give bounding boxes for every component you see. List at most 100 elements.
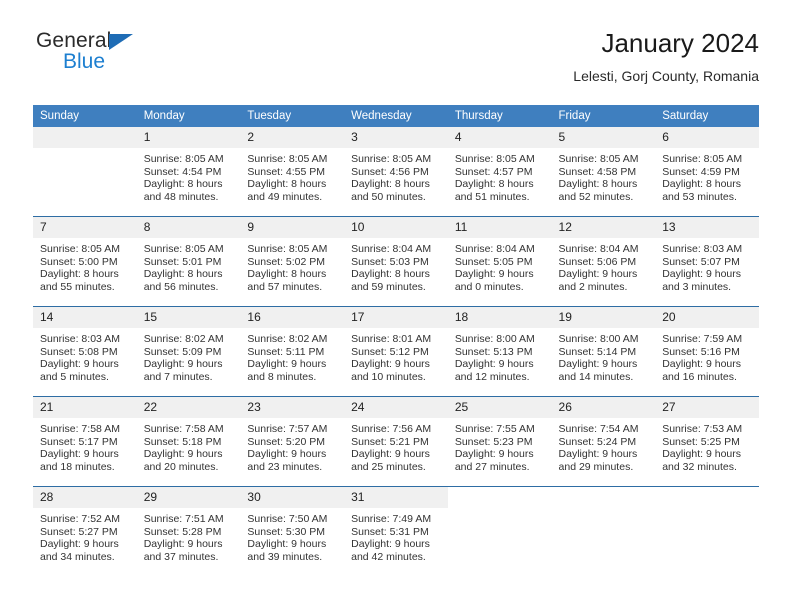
sunset-text: Sunset: 5:24 PM [558, 435, 637, 448]
day-cell-inner[interactable]: 18 Sunrise: 8:00 AM Sunset: 5:13 PM Dayl… [447, 307, 552, 396]
day-cell-inner[interactable]: 23 Sunrise: 7:57 AM Sunset: 5:20 PM Dayl… [240, 397, 345, 486]
sunset-text: Sunset: 5:28 PM [143, 525, 222, 538]
day-cell-inner[interactable]: 22 Sunrise: 7:58 AM Sunset: 5:18 PM Dayl… [136, 397, 241, 486]
daylight-text-line1: Daylight: 9 hours [351, 538, 430, 551]
sunset-text: Sunset: 5:03 PM [351, 255, 429, 268]
daylight-text-line1: Daylight: 9 hours [558, 448, 638, 461]
day-cell-inner[interactable]: 6 Sunrise: 8:05 AM Sunset: 4:59 PM Dayli… [655, 127, 759, 216]
sunrise-text: Sunrise: 7:54 AM [558, 423, 639, 435]
day-cell-inner[interactable]: 15 Sunrise: 8:02 AM Sunset: 5:09 PM Dayl… [136, 307, 241, 396]
sunrise-text: Sunrise: 8:03 AM [40, 333, 120, 345]
daylight-text-line2: and 56 minutes. [143, 280, 219, 293]
daylight-text-line1: Daylight: 8 hours [143, 178, 223, 191]
day-cell-inner[interactable]: 12 Sunrise: 8:04 AM Sunset: 5:06 PM Dayl… [551, 217, 656, 306]
day-number: 14 [33, 307, 137, 328]
sunrise-text: Sunrise: 8:05 AM [454, 153, 535, 165]
day-cell-inner[interactable]: 19 Sunrise: 8:00 AM Sunset: 5:14 PM Dayl… [551, 307, 656, 396]
day-cell-inner[interactable]: 7 Sunrise: 8:05 AM Sunset: 5:00 PM Dayli… [33, 217, 137, 306]
daylight-text-line2: and 55 minutes. [40, 280, 115, 293]
day-info: Sunrise: 7:58 AM Sunset: 5:17 PM Dayligh… [33, 418, 137, 473]
sunrise-text: Sunrise: 7:57 AM [247, 423, 328, 435]
day-info: Sunrise: 8:05 AM Sunset: 4:54 PM Dayligh… [137, 148, 241, 203]
daylight-text-line2: and 2 minutes. [558, 280, 628, 293]
day-cell-inner[interactable]: 14 Sunrise: 8:03 AM Sunset: 5:08 PM Dayl… [33, 307, 137, 396]
day-cell-inner[interactable]: 1 Sunrise: 8:05 AM Sunset: 4:54 PM Dayli… [136, 127, 241, 216]
sunset-text: Sunset: 5:13 PM [454, 345, 533, 358]
day-cell-inner[interactable]: 4 Sunrise: 8:05 AM Sunset: 4:57 PM Dayli… [447, 127, 552, 216]
day-cell-inner[interactable]: 2 Sunrise: 8:05 AM Sunset: 4:55 PM Dayli… [240, 127, 345, 216]
sunset-text: Sunset: 5:31 PM [351, 525, 429, 538]
day-number: 26 [551, 397, 656, 418]
day-cell-inner[interactable]: 9 Sunrise: 8:05 AM Sunset: 5:02 PM Dayli… [240, 217, 345, 306]
daylight-text-line2: and 25 minutes. [351, 460, 426, 473]
day-number: 5 [551, 127, 656, 148]
day-info: Sunrise: 7:51 AM Sunset: 5:28 PM Dayligh… [137, 508, 241, 563]
daylight-text-line2: and 42 minutes. [351, 550, 426, 563]
day-cell-inner[interactable]: 31 Sunrise: 7:49 AM Sunset: 5:31 PM Dayl… [344, 487, 448, 576]
sunset-text: Sunset: 5:01 PM [143, 255, 222, 268]
day-cell-inner[interactable]: 24 Sunrise: 7:56 AM Sunset: 5:21 PM Dayl… [344, 397, 448, 486]
day-info: Sunrise: 7:58 AM Sunset: 5:18 PM Dayligh… [137, 418, 241, 473]
day-cell-inner[interactable]: 27 Sunrise: 7:53 AM Sunset: 5:25 PM Dayl… [655, 397, 759, 486]
day-cell-inner[interactable]: 17 Sunrise: 8:01 AM Sunset: 5:12 PM Dayl… [344, 307, 448, 396]
day-cell: 28 Sunrise: 7:52 AM Sunset: 5:27 PM Dayl… [33, 486, 137, 576]
day-cell-inner[interactable]: 5 Sunrise: 8:05 AM Sunset: 4:58 PM Dayli… [551, 127, 656, 216]
day-number: 3 [344, 127, 448, 148]
sunrise-text: Sunrise: 8:04 AM [351, 243, 432, 255]
day-info: Sunrise: 8:05 AM Sunset: 5:02 PM Dayligh… [240, 238, 344, 293]
day-cell: 1 Sunrise: 8:05 AM Sunset: 4:54 PM Dayli… [136, 127, 241, 217]
day-cell-inner[interactable]: 20 Sunrise: 7:59 AM Sunset: 5:16 PM Dayl… [655, 307, 759, 396]
daylight-text-line1: Daylight: 9 hours [247, 448, 327, 461]
sunrise-text: Sunrise: 7:51 AM [143, 513, 224, 525]
day-number: 16 [240, 307, 345, 328]
day-info: Sunrise: 7:54 AM Sunset: 5:24 PM Dayligh… [552, 418, 656, 473]
day-number: 25 [447, 397, 552, 418]
day-cell-inner[interactable]: 28 Sunrise: 7:52 AM Sunset: 5:27 PM Dayl… [33, 487, 137, 576]
sunset-text: Sunset: 5:30 PM [247, 525, 326, 538]
day-cell-inner[interactable]: 21 Sunrise: 7:58 AM Sunset: 5:17 PM Dayl… [33, 397, 137, 486]
daylight-text-line2: and 32 minutes. [662, 460, 737, 473]
logo-text-blue: Blue [63, 50, 106, 73]
daylight-text-line1: Daylight: 9 hours [454, 358, 534, 371]
sunset-text: Sunset: 5:21 PM [351, 435, 429, 448]
day-cell-inner[interactable]: 13 Sunrise: 8:03 AM Sunset: 5:07 PM Dayl… [655, 217, 759, 306]
sunset-text: Sunset: 4:58 PM [558, 165, 637, 178]
calendar-body: 1 Sunrise: 8:05 AM Sunset: 4:54 PM Dayli… [33, 127, 759, 576]
day-cell: 12 Sunrise: 8:04 AM Sunset: 5:06 PM Dayl… [551, 216, 656, 307]
day-cell-inner[interactable]: 8 Sunrise: 8:05 AM Sunset: 5:01 PM Dayli… [136, 217, 241, 306]
general-blue-logo: General Blue [33, 28, 233, 88]
day-cell-inner[interactable]: 25 Sunrise: 7:55 AM Sunset: 5:23 PM Dayl… [447, 397, 552, 486]
day-number: 27 [655, 397, 759, 418]
day-cell-inner[interactable]: 29 Sunrise: 7:51 AM Sunset: 5:28 PM Dayl… [136, 487, 241, 576]
weekday-header-tuesday: Tuesday [240, 105, 345, 127]
day-number: 31 [344, 487, 448, 508]
day-cell-inner[interactable]: 16 Sunrise: 8:02 AM Sunset: 5:11 PM Dayl… [240, 307, 345, 396]
day-number: 24 [344, 397, 448, 418]
sunrise-text: Sunrise: 8:05 AM [662, 153, 743, 165]
day-info: Sunrise: 8:04 AM Sunset: 5:03 PM Dayligh… [344, 238, 448, 293]
day-number: 20 [655, 307, 759, 328]
sunset-text: Sunset: 5:12 PM [351, 345, 429, 358]
day-cell: 30 Sunrise: 7:50 AM Sunset: 5:30 PM Dayl… [240, 486, 345, 576]
day-cell-inner[interactable]: 10 Sunrise: 8:04 AM Sunset: 5:03 PM Dayl… [344, 217, 448, 306]
day-info: Sunrise: 7:56 AM Sunset: 5:21 PM Dayligh… [344, 418, 448, 473]
day-info: Sunrise: 7:53 AM Sunset: 5:25 PM Dayligh… [655, 418, 759, 473]
week-row: 7 Sunrise: 8:05 AM Sunset: 5:00 PM Dayli… [33, 216, 759, 307]
daylight-text-line2: and 8 minutes. [247, 370, 317, 383]
day-info: Sunrise: 8:03 AM Sunset: 5:07 PM Dayligh… [655, 238, 759, 293]
day-info: Sunrise: 8:03 AM Sunset: 5:08 PM Dayligh… [33, 328, 137, 383]
daylight-text-line1: Daylight: 8 hours [558, 178, 638, 191]
day-number: 29 [136, 487, 241, 508]
day-cell: 6 Sunrise: 8:05 AM Sunset: 4:59 PM Dayli… [655, 127, 759, 217]
day-cell: 2 Sunrise: 8:05 AM Sunset: 4:55 PM Dayli… [240, 127, 345, 217]
day-cell-inner[interactable]: 11 Sunrise: 8:04 AM Sunset: 5:05 PM Dayl… [447, 217, 552, 306]
day-cell: 15 Sunrise: 8:02 AM Sunset: 5:09 PM Dayl… [136, 306, 241, 397]
day-cell: 13 Sunrise: 8:03 AM Sunset: 5:07 PM Dayl… [655, 216, 759, 307]
day-info: Sunrise: 7:50 AM Sunset: 5:30 PM Dayligh… [240, 508, 344, 563]
day-cell-inner[interactable]: 3 Sunrise: 8:05 AM Sunset: 4:56 PM Dayli… [344, 127, 448, 216]
day-cell: 8 Sunrise: 8:05 AM Sunset: 5:01 PM Dayli… [136, 216, 241, 307]
day-info: Sunrise: 8:05 AM Sunset: 4:55 PM Dayligh… [240, 148, 344, 203]
day-cell-inner[interactable]: 26 Sunrise: 7:54 AM Sunset: 5:24 PM Dayl… [551, 397, 656, 486]
day-cell-inner[interactable]: 30 Sunrise: 7:50 AM Sunset: 5:30 PM Dayl… [240, 487, 345, 576]
title-block: January 2024 Lelesti, Gorj County, Roman… [573, 28, 759, 85]
